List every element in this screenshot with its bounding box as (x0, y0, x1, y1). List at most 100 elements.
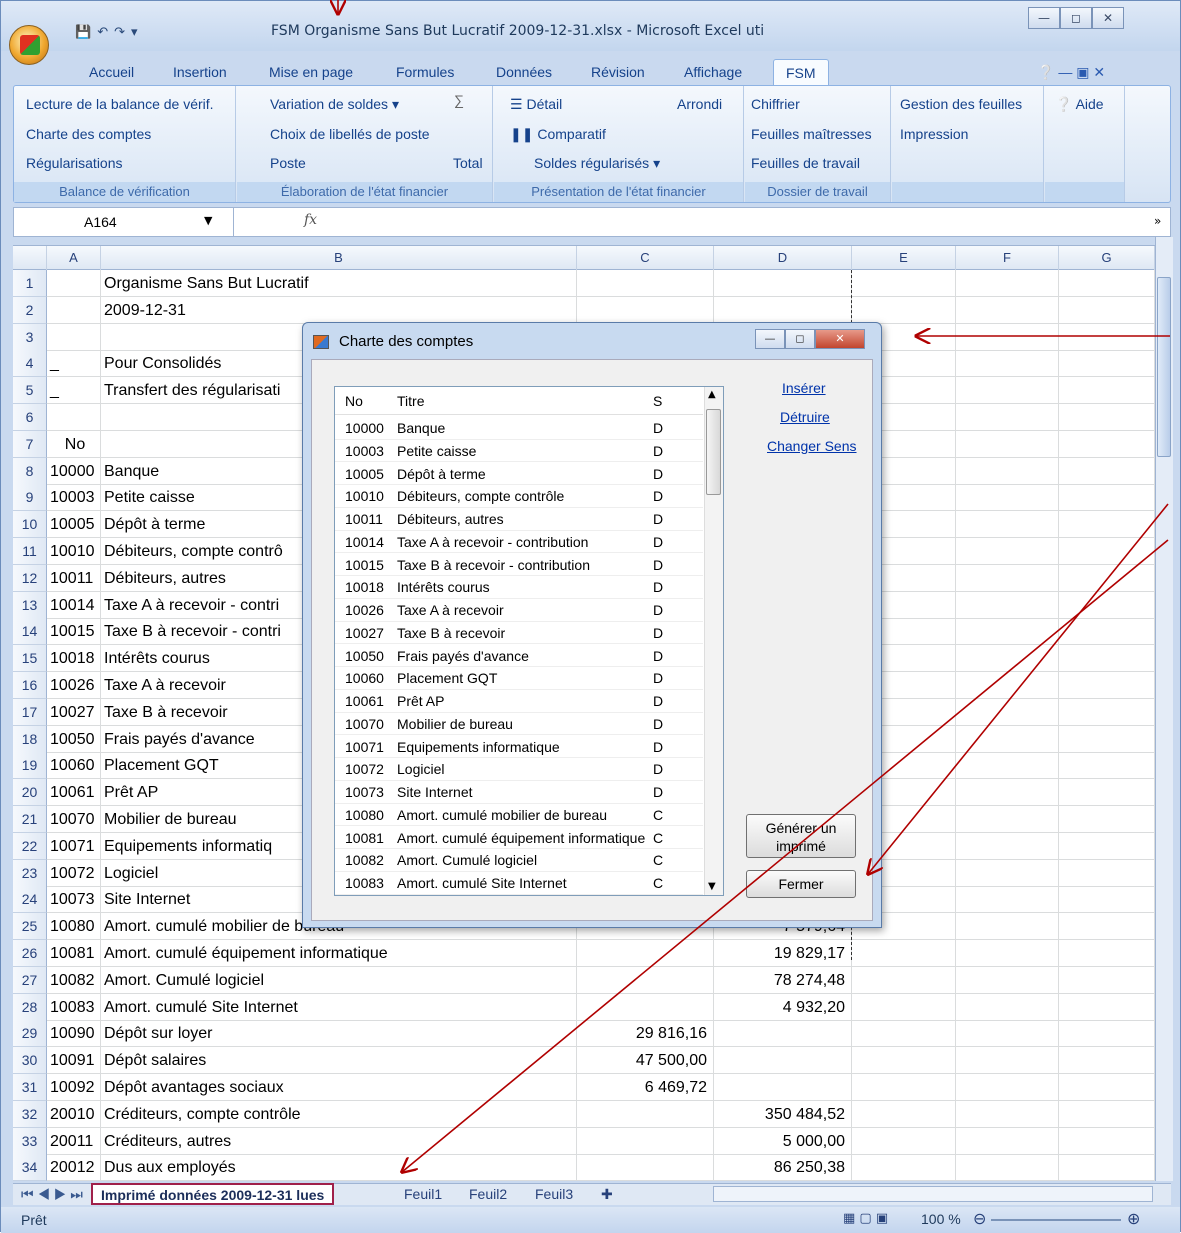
cell-empty[interactable] (1059, 698, 1155, 726)
cell-a[interactable]: 10071 (47, 832, 101, 860)
cell-empty[interactable] (956, 1154, 1059, 1181)
list-item[interactable]: 10082 Amort. Cumulé logiciel C (335, 849, 703, 872)
cell-b[interactable]: Amort. cumulé équipement informatique (101, 940, 577, 967)
cell-empty[interactable] (956, 377, 1059, 405)
cell-empty[interactable] (956, 859, 1059, 887)
horizontal-scrollbar[interactable] (713, 1186, 1153, 1202)
btn-arrondi[interactable]: Arrondi (677, 96, 722, 112)
cell-empty[interactable] (956, 672, 1059, 699)
row-header[interactable]: 28 (13, 993, 47, 1021)
cell-empty[interactable] (1059, 779, 1155, 807)
accounts-list[interactable]: No Titre S 10000 Banque D 10003 Petite caiss… (334, 386, 724, 896)
cell-empty[interactable] (1059, 618, 1155, 646)
row-header[interactable]: 10 (13, 511, 47, 539)
cell-c[interactable]: 6 469,72 (577, 1074, 714, 1101)
cell-empty[interactable] (1059, 725, 1155, 753)
btn-feuilles-maitresses[interactable]: Feuilles maîtresses (751, 126, 872, 142)
cell-empty[interactable] (1059, 404, 1155, 431)
list-item[interactable]: 10011 Débiteurs, autres D (335, 508, 703, 531)
cell-empty[interactable] (956, 752, 1059, 780)
cell-a[interactable]: 10080 (47, 913, 101, 941)
cell-empty[interactable] (852, 1154, 956, 1181)
cell-a[interactable]: No (47, 430, 101, 458)
maximize-icon[interactable]: ◻ (785, 329, 815, 349)
cell-empty[interactable] (956, 886, 1059, 914)
cell-a[interactable]: 10010 (47, 538, 101, 565)
cell-a[interactable]: _ (47, 377, 101, 405)
cell-b[interactable]: 2009-12-31 (101, 296, 577, 324)
save-icon[interactable]: 💾 (75, 25, 91, 40)
cell-empty[interactable] (1059, 1020, 1155, 1048)
cell-empty[interactable] (956, 966, 1059, 994)
cell-empty[interactable] (956, 350, 1059, 378)
tab-revision[interactable]: Révision (591, 59, 645, 85)
btn-regularisations[interactable]: Régularisations (26, 155, 123, 171)
delete-link[interactable]: Détruire (780, 409, 830, 425)
tab-formules[interactable]: Formules (396, 59, 454, 85)
list-item[interactable]: 10071 Equipements informatique D (335, 736, 703, 759)
cell-a[interactable]: 10061 (47, 779, 101, 807)
row-header[interactable]: 24 (13, 886, 47, 914)
cell-empty[interactable] (1059, 323, 1155, 351)
cell-a[interactable]: 10005 (47, 511, 101, 539)
cell-empty[interactable] (956, 1074, 1059, 1101)
cell-empty[interactable] (956, 404, 1059, 431)
cell-empty[interactable] (1059, 538, 1155, 565)
help-icon[interactable]: ❔ — ▣ ✕ (1037, 59, 1105, 85)
cell-a[interactable]: 10026 (47, 672, 101, 699)
cell-empty[interactable] (956, 779, 1059, 807)
row-header[interactable]: 14 (13, 618, 47, 646)
scroll-up-icon[interactable]: ▲ (708, 389, 716, 400)
tab-donnees[interactable]: Données (496, 59, 552, 85)
cell-empty[interactable] (956, 511, 1059, 539)
zoom-level[interactable]: 100 % (921, 1211, 961, 1227)
row-header[interactable]: 31 (13, 1074, 47, 1101)
cell-a[interactable]: 10090 (47, 1020, 101, 1048)
fx-icon[interactable]: fx (304, 212, 317, 228)
office-button[interactable] (9, 25, 49, 65)
list-item[interactable]: 10081 Amort. cumulé équipement informatiq… (335, 827, 703, 850)
cell-a[interactable]: 10091 (47, 1047, 101, 1075)
cell-d[interactable]: 5 000,00 (714, 1127, 852, 1155)
row-header[interactable]: 8 (13, 457, 47, 485)
list-item[interactable]: 10061 Prêt AP D (335, 690, 703, 713)
cell-d[interactable]: 78 274,48 (714, 966, 852, 994)
cell-empty[interactable] (852, 1020, 956, 1048)
cell-empty[interactable] (956, 591, 1059, 619)
column-header[interactable]: D (714, 246, 852, 270)
cell-a[interactable]: 10083 (47, 993, 101, 1021)
column-header[interactable]: F (956, 246, 1059, 270)
cell-b[interactable]: Dus aux employés (101, 1154, 577, 1181)
btn-choix-libelles[interactable]: Choix de libellés de poste (270, 126, 430, 142)
row-header[interactable]: 29 (13, 1020, 47, 1048)
cell-a[interactable]: 10072 (47, 859, 101, 887)
cell-empty[interactable] (1059, 1100, 1155, 1128)
cell-d[interactable]: 350 484,52 (714, 1100, 852, 1128)
list-item[interactable]: 10080 Amort. cumulé mobilier de bureau C (335, 804, 703, 827)
cell-a[interactable] (47, 270, 101, 297)
sheet-nav-icon[interactable]: ⏮ ◀ ▶ ⏭ (13, 1184, 91, 1204)
expand-formula-icon[interactable]: » (1154, 214, 1161, 228)
cell-empty[interactable] (1059, 913, 1155, 941)
row-header[interactable]: 13 (13, 591, 47, 619)
list-item[interactable]: 10070 Mobilier de bureau D (335, 713, 703, 736)
cell-c[interactable] (577, 270, 714, 297)
close-icon[interactable]: ✕ (1092, 7, 1124, 29)
cell-empty[interactable] (852, 1074, 956, 1101)
cell-empty[interactable] (956, 538, 1059, 565)
btn-charte-comptes[interactable]: Charte des comptes (26, 126, 151, 142)
maximize-icon[interactable]: ◻ (1060, 7, 1092, 29)
cell-empty[interactable] (956, 457, 1059, 485)
sheet-tab-active[interactable]: Imprimé données 2009-12-31 lues (91, 1183, 335, 1205)
cell-a[interactable]: 10014 (47, 591, 101, 619)
cell-empty[interactable] (852, 1100, 956, 1128)
vertical-scroll-thumb[interactable] (1157, 277, 1171, 457)
cell-a[interactable]: 10060 (47, 752, 101, 780)
cell-empty[interactable] (956, 1100, 1059, 1128)
cell-c[interactable] (577, 1154, 714, 1181)
row-header[interactable]: 32 (13, 1100, 47, 1128)
cell-empty[interactable] (852, 1127, 956, 1155)
cell-a[interactable] (47, 296, 101, 324)
cell-c[interactable] (577, 1127, 714, 1155)
cell-empty[interactable] (852, 296, 956, 324)
